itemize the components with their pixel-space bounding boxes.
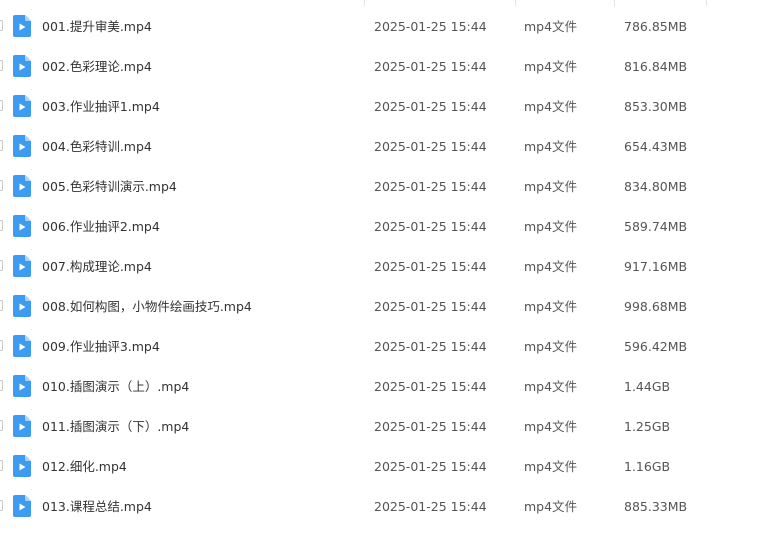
file-name[interactable]: 007.构成理论.mp4 [42, 247, 152, 287]
row-checkbox[interactable] [0, 300, 3, 311]
row-checkbox[interactable] [0, 420, 3, 431]
row-checkbox[interactable] [0, 340, 3, 351]
video-file-icon [13, 335, 31, 357]
file-row[interactable]: 009.作业抽评3.mp4 2025-01-25 15:44 mp4文件 596.42… [0, 327, 763, 367]
video-file-icon [13, 215, 31, 237]
file-type: mp4文件 [524, 139, 578, 154]
file-modified-date: 2025-01-25 15:44 [374, 299, 487, 314]
file-size: 596.42MB [624, 339, 688, 354]
video-file-icon [13, 175, 31, 197]
file-row[interactable]: 005.色彩特训演示.mp4 2025-01-25 15:44 mp4文件 834.8… [0, 167, 763, 207]
file-modified-date: 2025-01-25 15:44 [374, 59, 487, 74]
file-name[interactable]: 002.色彩理论.mp4 [42, 47, 152, 87]
file-size: 589.74MB [624, 219, 688, 234]
row-checkbox[interactable] [0, 20, 3, 31]
file-type: mp4文件 [524, 379, 578, 394]
file-type: mp4文件 [524, 299, 578, 314]
file-type: mp4文件 [524, 99, 578, 114]
file-size: 998.68MB [624, 299, 688, 314]
video-file-icon [13, 255, 31, 277]
row-checkbox[interactable] [0, 380, 3, 391]
column-divider[interactable] [515, 0, 516, 6]
file-row[interactable]: 004.色彩特训.mp4 2025-01-25 15:44 mp4文件 654.43M… [0, 127, 763, 167]
file-row[interactable]: 002.色彩理论.mp4 2025-01-25 15:44 mp4文件 816.84M… [0, 47, 763, 87]
row-checkbox[interactable] [0, 140, 3, 151]
file-size: 1.44GB [624, 379, 671, 394]
file-name[interactable]: 009.作业抽评3.mp4 [42, 327, 160, 367]
file-modified-date: 2025-01-25 15:44 [374, 139, 487, 154]
file-row[interactable]: 001.提升审美.mp4 2025-01-25 15:44 mp4文件 786.85M… [0, 7, 763, 47]
file-size: 654.43MB [624, 139, 688, 154]
file-name[interactable]: 003.作业抽评1.mp4 [42, 87, 160, 127]
column-divider[interactable] [364, 0, 365, 6]
file-name[interactable]: 005.色彩特训演示.mp4 [42, 167, 177, 207]
file-modified-date: 2025-01-25 15:44 [374, 99, 487, 114]
file-name[interactable]: 008.如何构图，小物件绘画技巧.mp4 [42, 287, 252, 327]
file-row[interactable]: 003.作业抽评1.mp4 2025-01-25 15:44 mp4文件 853.30… [0, 87, 763, 127]
video-file-icon [13, 15, 31, 37]
row-checkbox[interactable] [0, 220, 3, 231]
file-row[interactable]: 012.细化.mp4 2025-01-25 15:44 mp4文件 1.16GB [0, 447, 763, 487]
file-modified-date: 2025-01-25 15:44 [374, 499, 487, 514]
column-divider[interactable] [614, 0, 615, 6]
file-row[interactable]: 013.课程总结.mp4 2025-01-25 15:44 mp4文件 885.33M… [0, 487, 763, 527]
file-size: 816.84MB [624, 59, 688, 74]
file-name[interactable]: 001.提升审美.mp4 [42, 7, 152, 47]
file-size: 1.16GB [624, 459, 671, 474]
file-type: mp4文件 [524, 179, 578, 194]
file-type: mp4文件 [524, 59, 578, 74]
file-type: mp4文件 [524, 19, 578, 34]
file-row[interactable]: 010.插图演示（上）.mp4 2025-01-25 15:44 mp4文件 1.44… [0, 367, 763, 407]
file-name[interactable]: 006.作业抽评2.mp4 [42, 207, 160, 247]
file-type: mp4文件 [524, 259, 578, 274]
row-checkbox[interactable] [0, 180, 3, 191]
file-name[interactable]: 011.插图演示（下）.mp4 [42, 407, 189, 447]
row-checkbox[interactable] [0, 60, 3, 71]
file-row[interactable]: 008.如何构图，小物件绘画技巧.mp4 2025-01-25 15:44 mp4文… [0, 287, 763, 327]
file-size: 834.80MB [624, 179, 688, 194]
column-header-strip [0, 0, 763, 6]
file-name[interactable]: 004.色彩特训.mp4 [42, 127, 152, 167]
file-size: 786.85MB [624, 19, 688, 34]
file-type: mp4文件 [524, 419, 578, 434]
file-row[interactable]: 006.作业抽评2.mp4 2025-01-25 15:44 mp4文件 589.74… [0, 207, 763, 247]
file-modified-date: 2025-01-25 15:44 [374, 339, 487, 354]
video-file-icon [13, 55, 31, 77]
row-checkbox[interactable] [0, 460, 3, 471]
video-file-icon [13, 135, 31, 157]
file-list: 001.提升审美.mp4 2025-01-25 15:44 mp4文件 786.85M… [0, 0, 763, 551]
video-file-icon [13, 455, 31, 477]
row-checkbox[interactable] [0, 500, 3, 511]
file-size: 853.30MB [624, 99, 688, 114]
row-checkbox[interactable] [0, 100, 3, 111]
column-divider[interactable] [706, 0, 707, 6]
file-type: mp4文件 [524, 219, 578, 234]
file-modified-date: 2025-01-25 15:44 [374, 259, 487, 274]
file-modified-date: 2025-01-25 15:44 [374, 459, 487, 474]
row-checkbox[interactable] [0, 260, 3, 271]
file-name[interactable]: 012.细化.mp4 [42, 447, 127, 487]
file-modified-date: 2025-01-25 15:44 [374, 179, 487, 194]
file-row[interactable]: 011.插图演示（下）.mp4 2025-01-25 15:44 mp4文件 1.25… [0, 407, 763, 447]
file-row[interactable]: 007.构成理论.mp4 2025-01-25 15:44 mp4文件 917.16M… [0, 247, 763, 287]
file-name[interactable]: 010.插图演示（上）.mp4 [42, 367, 189, 407]
file-size: 885.33MB [624, 499, 688, 514]
file-modified-date: 2025-01-25 15:44 [374, 19, 487, 34]
file-size: 1.25GB [624, 419, 671, 434]
file-modified-date: 2025-01-25 15:44 [374, 219, 487, 234]
file-type: mp4文件 [524, 339, 578, 354]
file-size: 917.16MB [624, 259, 688, 274]
video-file-icon [13, 95, 31, 117]
video-file-icon [13, 415, 31, 437]
file-name[interactable]: 013.课程总结.mp4 [42, 487, 152, 527]
video-file-icon [13, 295, 31, 317]
video-file-icon [13, 495, 31, 517]
file-modified-date: 2025-01-25 15:44 [374, 379, 487, 394]
video-file-icon [13, 375, 31, 397]
file-modified-date: 2025-01-25 15:44 [374, 419, 487, 434]
file-type: mp4文件 [524, 499, 578, 514]
file-type: mp4文件 [524, 459, 578, 474]
